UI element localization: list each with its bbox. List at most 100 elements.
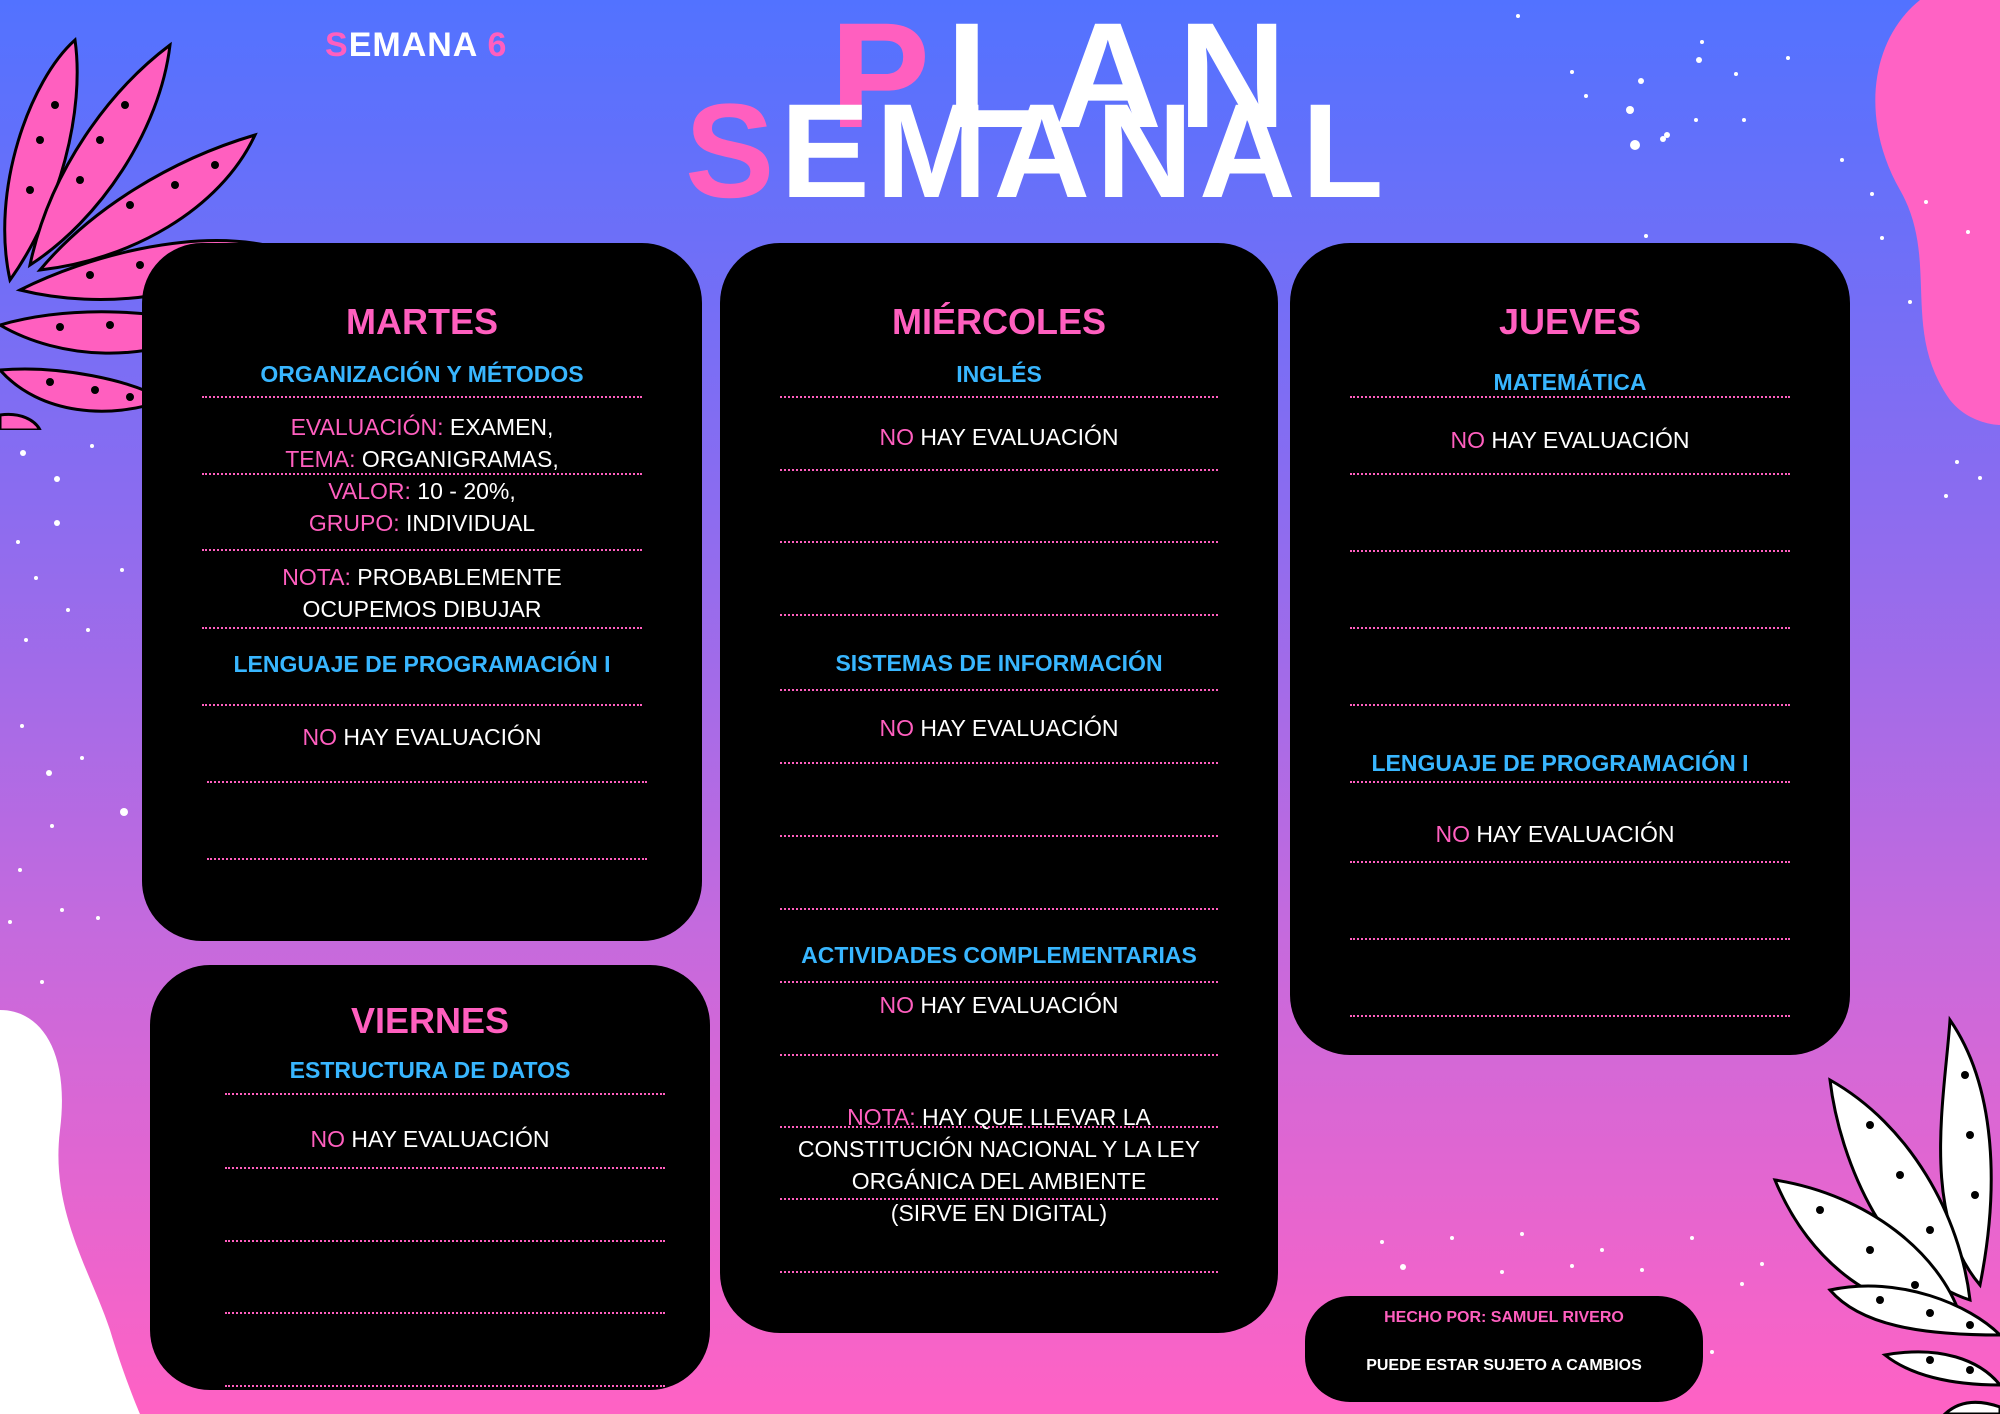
divider: [225, 1167, 665, 1169]
day-title: MARTES: [346, 301, 498, 342]
decorative-dot: [1978, 476, 1982, 480]
decorative-dot: [120, 808, 128, 816]
change-disclaimer: PUEDE ESTAR SUJETO A CAMBIOS: [1366, 1357, 1642, 1374]
divider: [1350, 550, 1790, 552]
divider: [225, 1240, 665, 1242]
no-evaluation: NO HAY EVALUACIÓN: [879, 715, 1119, 741]
note-detail-line3: ORGÁNICA DEL AMBIENTE: [851, 1168, 1147, 1194]
subject-title: LENGUAJE DE PROGRAMACIÓN I: [1371, 750, 1749, 776]
decorative-dot: [1742, 118, 1746, 122]
decorative-dot: [1380, 1240, 1384, 1244]
decorative-dot: [1870, 192, 1874, 196]
divider: [225, 1385, 665, 1387]
divider: [1350, 781, 1790, 783]
decorative-dot: [1840, 158, 1844, 162]
decorative-dot: [46, 770, 52, 776]
divider: [1350, 704, 1790, 706]
divider: [207, 781, 647, 783]
decorative-dot: [1630, 140, 1640, 150]
topic-detail: TEMA: ORGANIGRAMAS,: [285, 446, 559, 472]
decorative-dot: [1955, 460, 1959, 464]
group-detail: GRUPO: INDIVIDUAL: [308, 510, 536, 536]
footer-credits: HECHO POR: SAMUEL RIVERO PUEDE ESTAR SUJ…: [1305, 1296, 1703, 1402]
subject-title: INGLÉS: [956, 361, 1042, 387]
decorative-dot: [1760, 1262, 1764, 1266]
card-martes: MARTES ORGANIZACIÓN Y MÉTODOS EVALUACIÓN…: [142, 243, 702, 941]
divider: [202, 549, 642, 551]
decorative-dot: [20, 724, 24, 728]
divider: [1350, 1015, 1790, 1017]
decorative-dot: [20, 450, 26, 456]
day-title: VIERNES: [350, 1000, 510, 1041]
divider: [780, 908, 1218, 910]
decorative-dot: [1786, 56, 1790, 60]
decorative-dot: [80, 756, 84, 760]
divider: [202, 627, 642, 629]
divider: [780, 689, 1218, 691]
divider: [780, 981, 1218, 983]
note-detail-line2: OCUPEMOS DIBUJAR: [302, 596, 542, 622]
week-label: SEMANA 6: [325, 26, 508, 64]
evaluation-detail: EVALUACIÓN: EXAMEN,: [290, 414, 554, 440]
subject-title: ESTRUCTURA DE DATOS: [289, 1057, 571, 1083]
day-title: JUEVES: [1498, 301, 1642, 342]
decorative-dot: [1640, 1268, 1644, 1272]
decorative-dot: [1400, 1264, 1406, 1270]
no-evaluation: NO HAY EVALUACIÓN: [879, 992, 1119, 1018]
decorative-dot: [1694, 118, 1698, 122]
divider: [1350, 861, 1790, 863]
decorative-dot: [1626, 106, 1634, 114]
divider: [780, 1054, 1218, 1056]
decorative-dot: [1516, 14, 1520, 18]
decorative-dot: [54, 476, 60, 482]
subject-title: SISTEMAS DE INFORMACIÓN: [835, 650, 1163, 676]
decorative-dot: [1908, 300, 1912, 304]
decorative-dot: [1700, 40, 1704, 44]
decorative-dot: [90, 444, 94, 448]
decorative-dot: [1644, 234, 1648, 238]
title-semanal: SEMANAL: [685, 77, 1390, 226]
decorative-dot: [1570, 70, 1574, 74]
white-leaves-decoration: [1772, 1015, 2000, 1414]
decorative-dot: [16, 540, 20, 544]
decorative-dot: [8, 920, 12, 924]
decorative-dot: [1880, 236, 1884, 240]
decorative-blob-top-right: [1875, 0, 2000, 425]
divider: [1350, 627, 1790, 629]
decorative-dot: [86, 628, 90, 632]
decorative-dot: [1690, 1236, 1694, 1240]
value-detail: VALOR: 10 - 20%,: [328, 478, 516, 504]
divider: [780, 469, 1218, 471]
decorative-dot: [1820, 1244, 1824, 1248]
subject-title: ORGANIZACIÓN Y MÉTODOS: [260, 361, 584, 387]
decorative-blob-bottom-left: [0, 1010, 140, 1414]
note-detail-line2: CONSTITUCIÓN NACIONAL Y LA LEY: [797, 1136, 1201, 1162]
divider: [780, 835, 1218, 837]
note-detail-line4: (SIRVE EN DIGITAL): [890, 1200, 1108, 1226]
decorative-dot: [1944, 494, 1948, 498]
decorative-dot: [96, 916, 100, 920]
divider: [202, 704, 642, 706]
decorative-dot: [1600, 1248, 1604, 1252]
decorative-dot: [66, 608, 70, 612]
decorative-dot: [1966, 230, 1970, 234]
decorative-dot: [1520, 1232, 1524, 1236]
decorative-dot: [18, 868, 22, 872]
card-viernes: VIERNES ESTRUCTURA DE DATOS NO HAY EVALU…: [150, 965, 710, 1390]
decorative-dot: [34, 576, 38, 580]
no-evaluation: NO HAY EVALUACIÓN: [310, 1126, 550, 1152]
divider: [1350, 473, 1790, 475]
divider: [225, 1312, 665, 1314]
note-detail: NOTA: PROBABLEMENTE: [282, 564, 562, 590]
divider: [1350, 396, 1790, 398]
divider: [207, 858, 647, 860]
decorative-dot: [1500, 1270, 1504, 1274]
card-miercoles: MIÉRCOLES INGLÉS NO HAY EVALUACIÓN SISTE…: [720, 243, 1278, 1333]
author-credit: HECHO POR: SAMUEL RIVERO: [1384, 1309, 1624, 1326]
divider: [780, 614, 1218, 616]
decorative-dot: [1734, 72, 1738, 76]
divider: [780, 541, 1218, 543]
no-evaluation: NO HAY EVALUACIÓN: [302, 724, 542, 750]
divider: [780, 1271, 1218, 1273]
decorative-dot: [1450, 1236, 1454, 1240]
